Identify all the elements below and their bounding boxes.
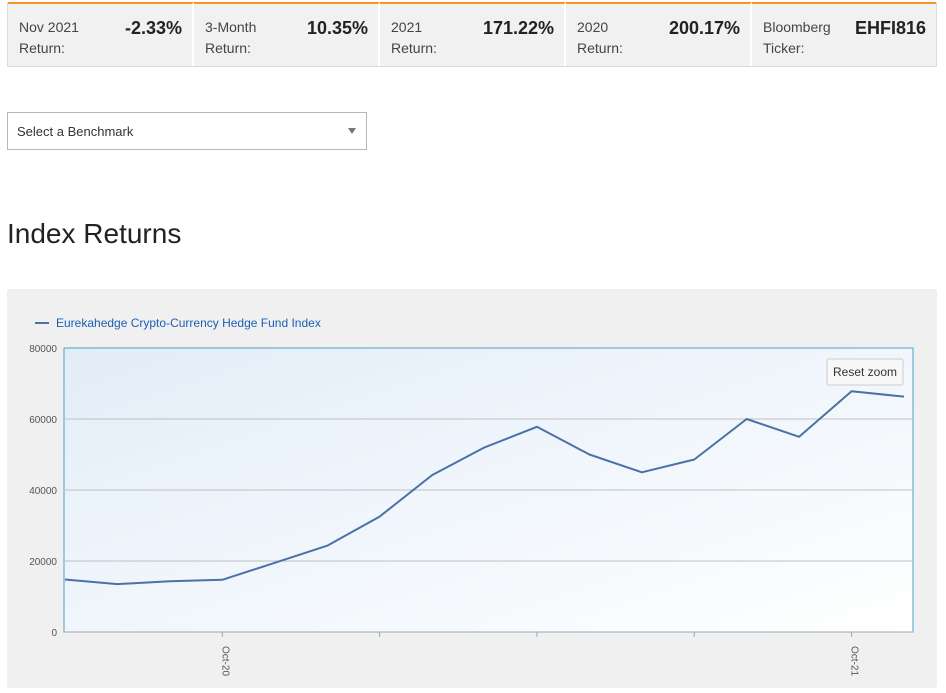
page-title: Index Returns: [7, 218, 182, 249]
stats-bar: Nov 2021 Return: -2.33% 3-Month Return: …: [7, 2, 937, 67]
stat-value: EHFI816: [854, 18, 926, 38]
benchmark-select[interactable]: Select a Benchmark: [7, 112, 367, 150]
stat-value: 200.17%: [668, 18, 740, 38]
y-tick-label: 40000: [29, 486, 57, 497]
y-tick-label: 60000: [29, 415, 57, 426]
x-tick-label: Oct-20: [219, 646, 230, 676]
stat-label: 3-Month Return:: [205, 19, 257, 56]
legend-item-label[interactable]: Eurekahedge Crypto-Currency Hedge Fund I…: [56, 316, 321, 330]
reset-zoom-label: Reset zoom: [833, 365, 897, 379]
stat-card-bloomberg-ticker: Bloomberg Ticker: EHFI816: [752, 2, 936, 66]
stat-card-2020: 2020 Return: 200.17%: [566, 2, 752, 66]
y-tick-label: 20000: [29, 557, 57, 568]
stat-value: 171.22%: [482, 18, 554, 38]
reset-zoom-button[interactable]: Reset zoom: [826, 358, 904, 386]
y-axis-ticks: 0 20000 40000 60000 80000: [29, 344, 57, 639]
x-tick-label: Oct-21: [849, 646, 860, 676]
chevron-down-icon: [348, 128, 356, 134]
y-tick-label: 0: [51, 628, 57, 639]
stat-card-3-month: 3-Month Return: 10.35%: [194, 2, 380, 66]
stat-label: Bloomberg Ticker:: [763, 19, 831, 56]
stat-card-nov-2021: Nov 2021 Return: -2.33%: [8, 2, 194, 66]
stat-value: 10.35%: [306, 18, 368, 38]
stat-value: -2.33%: [124, 18, 182, 38]
stat-card-2021: 2021 Return: 171.22%: [380, 2, 566, 66]
x-axis-ticks: Oct-20 Oct-21: [219, 632, 860, 676]
chart-panel: 0 20000 40000 60000 80000 Oct-20 Oct-21 Eurek…: [7, 289, 937, 688]
stat-label: 2020 Return:: [577, 19, 623, 56]
stat-label: 2021 Return:: [391, 19, 437, 56]
benchmark-select-value: Select a Benchmark: [17, 124, 134, 139]
index-returns-chart[interactable]: 0 20000 40000 60000 80000 Oct-20 Oct-21 Eurek…: [7, 289, 937, 688]
stat-label: Nov 2021 Return:: [19, 19, 79, 56]
y-tick-label: 80000: [29, 344, 57, 355]
